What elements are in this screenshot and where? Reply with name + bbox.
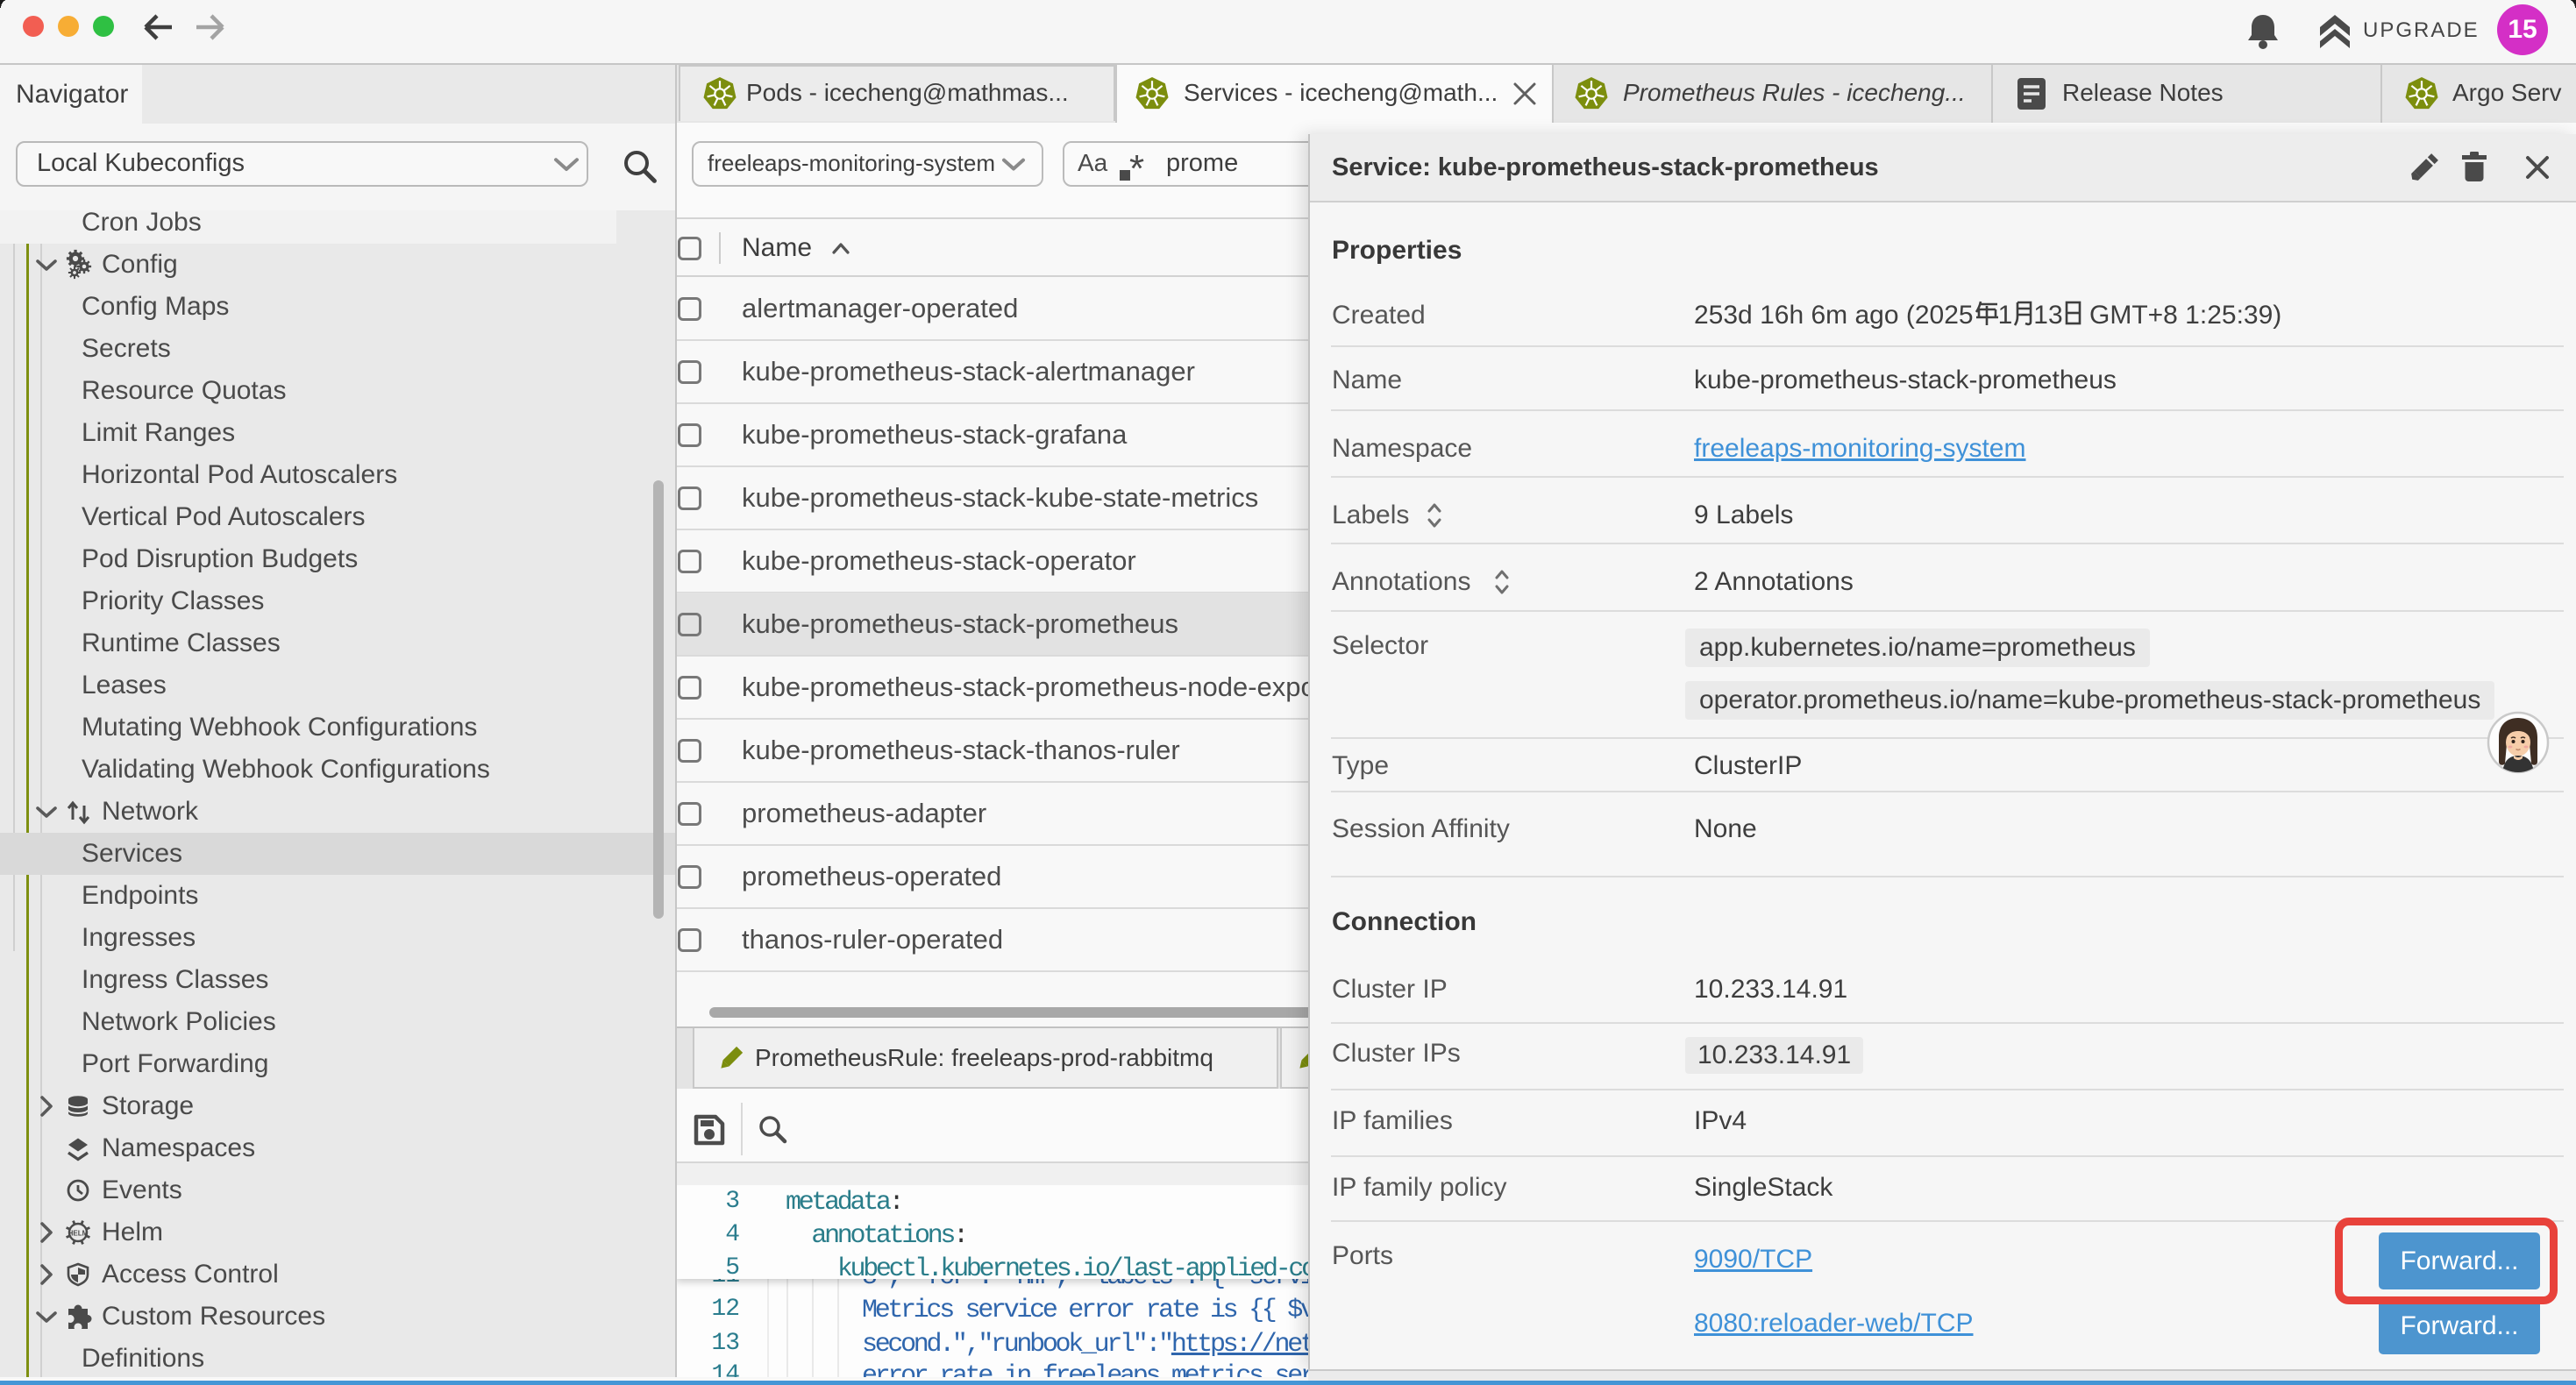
svg-text:HELM: HELM [68,1230,89,1238]
